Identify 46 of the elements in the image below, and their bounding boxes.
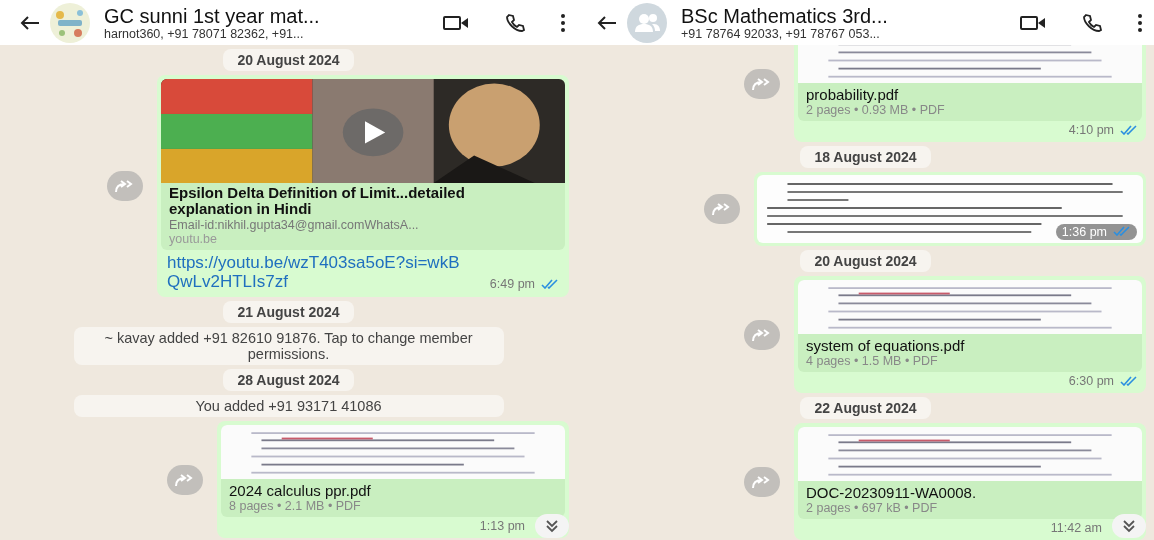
link-description: Email-id:nikhil.gupta34@gmail.comWhatsA...: [168, 217, 420, 232]
document-attachment[interactable]: system of equations.pdf 4 pages • 1.5 MB • PDF: [798, 280, 1142, 372]
link[interactable]: https://youtu.be/wzT403sa5oE?si=wkBQwLv2HTLIs7zf: [167, 253, 467, 291]
file-details: 8 pages • 2.1 MB • PDF: [228, 499, 362, 514]
system-message: ~ kavay added +91 82610 91876. Tap to change member permissions.: [73, 327, 504, 365]
file-details: 2 pages • 0.93 MB • PDF: [805, 103, 946, 118]
message-time: 11:42 am: [1050, 521, 1102, 536]
video-call-icon[interactable]: [443, 14, 469, 31]
menu-icon[interactable]: [1138, 13, 1142, 32]
video-call-icon[interactable]: [1020, 14, 1046, 31]
link-domain: youtu.be: [168, 232, 218, 246]
file-details: 4 pages • 1.5 MB • PDF: [805, 354, 939, 369]
file-name: 2024 calculus ppr.pdf: [228, 481, 372, 499]
file-name: DOC-20230911-WA0008.: [805, 483, 978, 501]
scroll-down-button[interactable]: [535, 514, 569, 538]
date-divider: 28 August 2024: [223, 369, 354, 391]
system-message: You added +91 93171 41086: [73, 395, 504, 417]
back-arrow-icon[interactable]: [597, 14, 617, 31]
group-members: harnot360, +91 78071 82362, +91...: [104, 26, 305, 41]
phone-call-icon[interactable]: [505, 12, 525, 33]
phone-call-icon[interactable]: [1082, 12, 1102, 33]
date-divider: 18 August 2024: [800, 146, 931, 168]
date-divider: 21 August 2024: [223, 301, 354, 323]
link-title: Epsilon Delta Definition of Limit...detailed explanation in Hindi: [168, 183, 466, 217]
date-divider: 20 August 2024: [800, 250, 931, 272]
menu-icon[interactable]: [561, 13, 565, 32]
document-attachment[interactable]: probability.pdf 2 pages • 0.93 MB • PDF: [798, 45, 1142, 121]
file-name: system of equations.pdf: [805, 336, 966, 354]
double-chevron-down-icon: [1122, 519, 1136, 533]
document-attachment[interactable]: DOC-20230911-WA0008. 2 pages • 697 kB • PDF: [798, 427, 1142, 519]
double-chevron-down-icon: [545, 519, 559, 533]
group-members: +91 78764 92033, +91 78767 053...: [681, 26, 881, 41]
message-time: 1:13 pm: [479, 519, 525, 534]
file-details: 2 pages • 697 kB • PDF: [805, 501, 939, 516]
document-attachment[interactable]: 2024 calculus ppr.pdf 8 pages • 2.1 MB • PDF: [221, 425, 565, 517]
message-time: 1:36 pm: [1061, 225, 1107, 239]
message-time: 6:30 pm: [1068, 374, 1114, 389]
file-name: probability.pdf: [805, 85, 900, 103]
message-time: 4:10 pm: [1068, 123, 1114, 138]
chat-title[interactable]: BSc Mathematics 3rd...: [681, 4, 984, 27]
link-preview[interactable]: Epsilon Delta Definition of Limit...detailed explanation in Hindi Email-id:nikhil.gupta34@gmail.comWhatsA... youtu.be: [161, 79, 565, 250]
back-arrow-icon[interactable]: [20, 14, 40, 31]
chat-title[interactable]: GC sunni 1st year mat...: [104, 4, 407, 27]
date-divider: 22 August 2024: [800, 397, 931, 419]
date-divider: 20 August 2024: [223, 49, 354, 71]
message-time: 6:49 pm: [489, 277, 535, 291]
